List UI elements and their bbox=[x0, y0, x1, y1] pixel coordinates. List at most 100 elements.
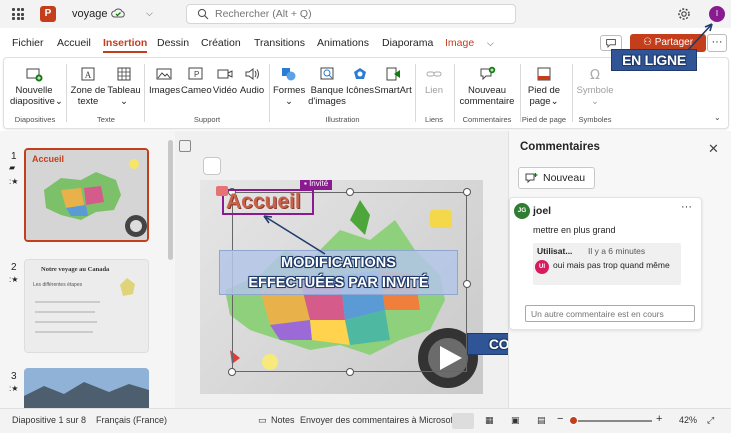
reply-text: oui mais pas trop quand même bbox=[553, 260, 670, 270]
chevron-down-icon: ⌄ bbox=[54, 96, 63, 107]
symbol-button[interactable]: Ω Symbole ⌄ bbox=[575, 66, 615, 107]
reply-avatar: UI bbox=[535, 260, 549, 274]
new-slide-button[interactable]: Nouvelle diapositive⌄ bbox=[10, 66, 63, 107]
images-button[interactable]: Images bbox=[149, 66, 181, 96]
guest-tag-label: Invité bbox=[309, 180, 329, 188]
shapes-icon bbox=[282, 68, 296, 81]
audio-label: Audio bbox=[239, 85, 265, 96]
chevron-down-icon: ⌄ bbox=[591, 96, 599, 107]
shapes-button[interactable]: Formes ⌄ bbox=[273, 66, 305, 107]
powerpoint-logo-icon: P bbox=[40, 6, 56, 22]
thumbnail-3-graphic bbox=[24, 368, 149, 408]
stock-images-icon bbox=[320, 67, 334, 80]
new-comment-button[interactable]: Nouveau commentaire bbox=[458, 66, 516, 107]
cameo-button[interactable]: P Cameo bbox=[181, 66, 212, 96]
slide-sorter-icon[interactable]: ▦ bbox=[485, 415, 494, 426]
annotation-en-ligne: EN LIGNE bbox=[611, 49, 697, 71]
close-icon[interactable]: ✕ bbox=[708, 141, 719, 157]
new-comment-icon bbox=[525, 173, 538, 184]
group-label-commentaires: Commentaires bbox=[462, 115, 512, 124]
document-name[interactable]: voyage bbox=[72, 8, 107, 20]
thumbnail-number: 3 bbox=[11, 371, 17, 382]
video-label: Vidéo bbox=[212, 85, 238, 96]
video-button[interactable]: Vidéo bbox=[212, 66, 238, 96]
cameo-icon: P bbox=[188, 67, 203, 80]
star-icon: :★ bbox=[9, 177, 19, 186]
tabs-overflow-chevron-icon[interactable]: ⌵ bbox=[487, 38, 494, 49]
svg-text:A: A bbox=[85, 70, 92, 80]
table-icon bbox=[117, 67, 131, 81]
comment-thread-card[interactable]: JG joel ··· mettre en plus grand Utilisa… bbox=[509, 197, 702, 330]
resize-handle[interactable] bbox=[346, 368, 354, 376]
notes-button[interactable]: Notes bbox=[271, 415, 295, 425]
copilot-icon[interactable] bbox=[203, 157, 221, 175]
language-indicator[interactable]: Français (France) bbox=[96, 415, 167, 425]
speaker-icon bbox=[245, 68, 259, 80]
cameo-label: Cameo bbox=[181, 85, 212, 96]
new-comment-pane-button[interactable]: Nouveau bbox=[518, 167, 595, 189]
fit-to-window-icon[interactable]: ⤢ bbox=[707, 415, 714, 426]
chevron-down-icon[interactable]: ⌵ bbox=[146, 8, 153, 19]
group-label-liens: Liens bbox=[425, 115, 443, 124]
normal-view-icon[interactable] bbox=[452, 413, 474, 429]
table-label: Tableau bbox=[107, 85, 141, 96]
slide-thumbnail-3[interactable] bbox=[24, 368, 149, 408]
audio-button[interactable]: Audio bbox=[239, 66, 265, 96]
search-box[interactable] bbox=[186, 4, 516, 24]
icons-button[interactable]: Icônes bbox=[345, 66, 375, 96]
tab-fichier[interactable]: Fichier bbox=[12, 37, 44, 49]
zoom-in-button[interactable]: + bbox=[656, 413, 662, 425]
comment-indicator-icon[interactable] bbox=[216, 186, 228, 196]
author-avatar: JG bbox=[514, 203, 530, 219]
reading-view-icon[interactable]: ▣ bbox=[511, 415, 520, 426]
slide-thumbnail-2[interactable]: Notre voyage au Canada Les différentes é… bbox=[24, 259, 149, 353]
smartart-icon bbox=[386, 67, 400, 81]
notes-icon: ▭ bbox=[258, 415, 267, 425]
text-box-label-1: Zone de bbox=[70, 85, 106, 96]
smartart-button[interactable]: SmartArt bbox=[374, 66, 412, 96]
divider bbox=[415, 64, 416, 122]
resize-handle[interactable] bbox=[463, 280, 471, 288]
zoom-slider-thumb[interactable] bbox=[569, 416, 578, 425]
slideshow-icon[interactable]: ▤ bbox=[537, 415, 546, 426]
resize-handle[interactable] bbox=[228, 368, 236, 376]
tab-accueil[interactable]: Accueil bbox=[57, 37, 91, 49]
resize-handle[interactable] bbox=[463, 188, 471, 196]
tab-diaporama[interactable]: Diaporama bbox=[382, 37, 433, 49]
star-icon: :★ bbox=[9, 384, 19, 393]
tab-image[interactable]: Image bbox=[445, 37, 474, 49]
panel-toggle-icon[interactable] bbox=[179, 140, 191, 152]
tab-dessin[interactable]: Dessin bbox=[157, 37, 189, 49]
icons-label: Icônes bbox=[346, 85, 374, 96]
tab-creation[interactable]: Création bbox=[201, 37, 241, 49]
smartart-label: SmartArt bbox=[374, 85, 412, 96]
app-launcher-icon[interactable] bbox=[12, 8, 24, 20]
tab-insertion[interactable]: Insertion bbox=[103, 37, 148, 53]
stock-images-button[interactable]: Banque d'images bbox=[307, 66, 347, 107]
zoom-slider[interactable] bbox=[570, 420, 652, 422]
table-button[interactable]: Tableau ⌄ bbox=[107, 66, 141, 107]
comment-more-button[interactable]: ··· bbox=[681, 201, 692, 213]
reply-input[interactable] bbox=[525, 305, 695, 322]
comment-text: mettre en plus grand bbox=[533, 225, 616, 235]
tab-transitions[interactable]: Transitions bbox=[254, 37, 305, 49]
text-box-button[interactable]: A Zone de texte bbox=[70, 66, 106, 107]
zoom-out-button[interactable]: − bbox=[557, 413, 563, 425]
symbol-label: Symbole bbox=[576, 85, 614, 96]
zoom-level[interactable]: 42% bbox=[679, 415, 697, 425]
footer-button[interactable]: Pied de page⌄ bbox=[524, 66, 564, 107]
new-slide-label-2: diapositive bbox=[10, 96, 55, 107]
slide-thumbnail-1[interactable]: Accueil bbox=[24, 148, 149, 242]
images-label: Images bbox=[149, 85, 181, 96]
link-button[interactable]: Lien bbox=[420, 66, 448, 96]
ribbon-expand-chevron-icon[interactable]: ⌄ bbox=[714, 113, 721, 122]
resize-handle[interactable] bbox=[346, 188, 354, 196]
tab-animations[interactable]: Animations bbox=[317, 37, 369, 49]
search-input[interactable] bbox=[215, 7, 505, 21]
divider bbox=[454, 64, 455, 122]
reply-block: Utilisat... Il y a 6 minutes UI oui mais… bbox=[533, 243, 681, 285]
stock-images-label-1: Banque bbox=[310, 85, 344, 96]
footer-label-1: Pied de bbox=[527, 85, 561, 96]
thumbnails-scrollbar[interactable] bbox=[168, 140, 173, 260]
feedback-link[interactable]: Envoyer des commentaires à Microsoft bbox=[300, 415, 456, 425]
